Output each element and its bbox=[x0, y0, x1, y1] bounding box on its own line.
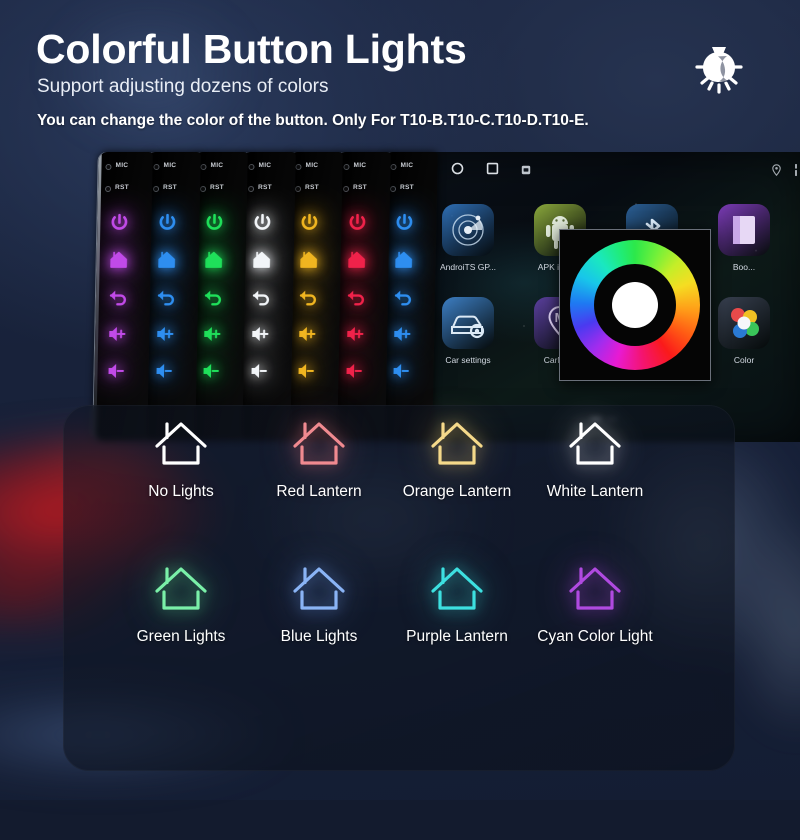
home-icon[interactable] bbox=[107, 249, 129, 271]
power-icon[interactable] bbox=[203, 212, 225, 234]
power-icon[interactable] bbox=[108, 212, 130, 234]
home-icon[interactable] bbox=[250, 249, 272, 271]
mic-pinhole bbox=[295, 164, 302, 170]
button-strip-purple-1: MIC RST bbox=[93, 152, 153, 440]
rst-pinhole bbox=[342, 186, 349, 192]
color-picker-wheel[interactable] bbox=[559, 229, 711, 381]
color-wheel-ring[interactable] bbox=[570, 240, 700, 370]
mic-pinhole bbox=[342, 164, 350, 170]
lantern-option[interactable]: White Lantern bbox=[511, 410, 679, 501]
rst-label: RST bbox=[305, 184, 320, 191]
lantern-option[interactable]: Cyan Color Light bbox=[511, 555, 679, 646]
mic-label: MIC bbox=[305, 162, 319, 169]
mic-pinhole bbox=[390, 164, 397, 170]
home-icon[interactable] bbox=[155, 249, 177, 271]
lantern-label: Cyan Color Light bbox=[537, 628, 653, 645]
mic-pinhole bbox=[152, 164, 160, 170]
back-icon[interactable] bbox=[249, 286, 271, 308]
mic-label: MIC bbox=[210, 162, 224, 169]
rst-pinhole bbox=[152, 186, 159, 192]
volume-down-icon[interactable] bbox=[390, 360, 412, 382]
volume-down-icon[interactable] bbox=[153, 360, 175, 382]
home-icon[interactable] bbox=[297, 249, 319, 271]
volume-up-icon[interactable] bbox=[106, 323, 128, 345]
back-icon[interactable] bbox=[154, 286, 176, 308]
rst-pinhole bbox=[104, 186, 112, 192]
volume-down-icon[interactable] bbox=[248, 360, 270, 382]
power-icon[interactable] bbox=[298, 212, 320, 234]
power-icon[interactable] bbox=[393, 212, 415, 234]
volume-up-icon[interactable] bbox=[249, 323, 271, 345]
back-icon[interactable] bbox=[202, 286, 224, 308]
power-icon[interactable] bbox=[251, 212, 273, 234]
home-icon[interactable] bbox=[345, 249, 367, 271]
mic-pinhole bbox=[105, 164, 112, 170]
volume-down-icon[interactable] bbox=[200, 360, 222, 382]
lantern-options-grid: No Lights Red Lantern Orange Lantern White … bbox=[63, 405, 735, 771]
rst-pinhole bbox=[389, 186, 397, 192]
mic-pinhole bbox=[200, 164, 207, 170]
light-bulb-icon bbox=[686, 36, 752, 98]
color-wheel-center[interactable] bbox=[612, 282, 658, 328]
mic-label: MIC bbox=[400, 162, 414, 169]
volume-up-icon[interactable] bbox=[201, 323, 223, 345]
rst-pinhole bbox=[294, 186, 302, 192]
mic-pinhole bbox=[247, 164, 255, 170]
rst-pinhole bbox=[199, 186, 207, 192]
volume-down-icon[interactable] bbox=[105, 360, 127, 382]
volume-up-icon[interactable] bbox=[154, 323, 176, 345]
back-icon[interactable] bbox=[392, 286, 414, 308]
mic-label: MIC bbox=[115, 162, 129, 169]
rst-label: RST bbox=[257, 184, 272, 191]
mic-label: MIC bbox=[257, 162, 271, 169]
volume-up-icon[interactable] bbox=[344, 323, 366, 345]
volume-up-icon[interactable] bbox=[391, 323, 413, 345]
volume-down-icon[interactable] bbox=[295, 360, 317, 382]
home-icon[interactable] bbox=[392, 249, 414, 271]
back-icon[interactable] bbox=[344, 286, 366, 308]
rst-label: RST bbox=[400, 184, 415, 191]
house-lantern-icon[interactable] bbox=[511, 555, 679, 617]
house-lantern-icon[interactable] bbox=[511, 410, 679, 472]
back-icon[interactable] bbox=[297, 286, 319, 308]
lantern-label: White Lantern bbox=[546, 483, 644, 500]
rst-label: RST bbox=[352, 184, 367, 191]
rst-label: RST bbox=[115, 184, 130, 191]
rst-label: RST bbox=[162, 184, 177, 191]
back-icon[interactable] bbox=[107, 286, 129, 308]
mic-label: MIC bbox=[352, 162, 366, 169]
power-icon[interactable] bbox=[156, 212, 178, 234]
volume-down-icon[interactable] bbox=[343, 360, 365, 382]
home-icon[interactable] bbox=[202, 249, 224, 271]
page-title: Colorful Button Lights bbox=[36, 26, 467, 72]
compatibility-note: You can change the color of the button. … bbox=[37, 112, 589, 129]
mic-label: MIC bbox=[162, 162, 176, 169]
volume-up-icon[interactable] bbox=[296, 323, 318, 345]
rst-pinhole bbox=[247, 186, 254, 192]
page-subtitle: Support adjusting dozens of colors bbox=[37, 76, 329, 97]
rst-label: RST bbox=[210, 184, 225, 191]
power-icon[interactable] bbox=[346, 212, 368, 234]
